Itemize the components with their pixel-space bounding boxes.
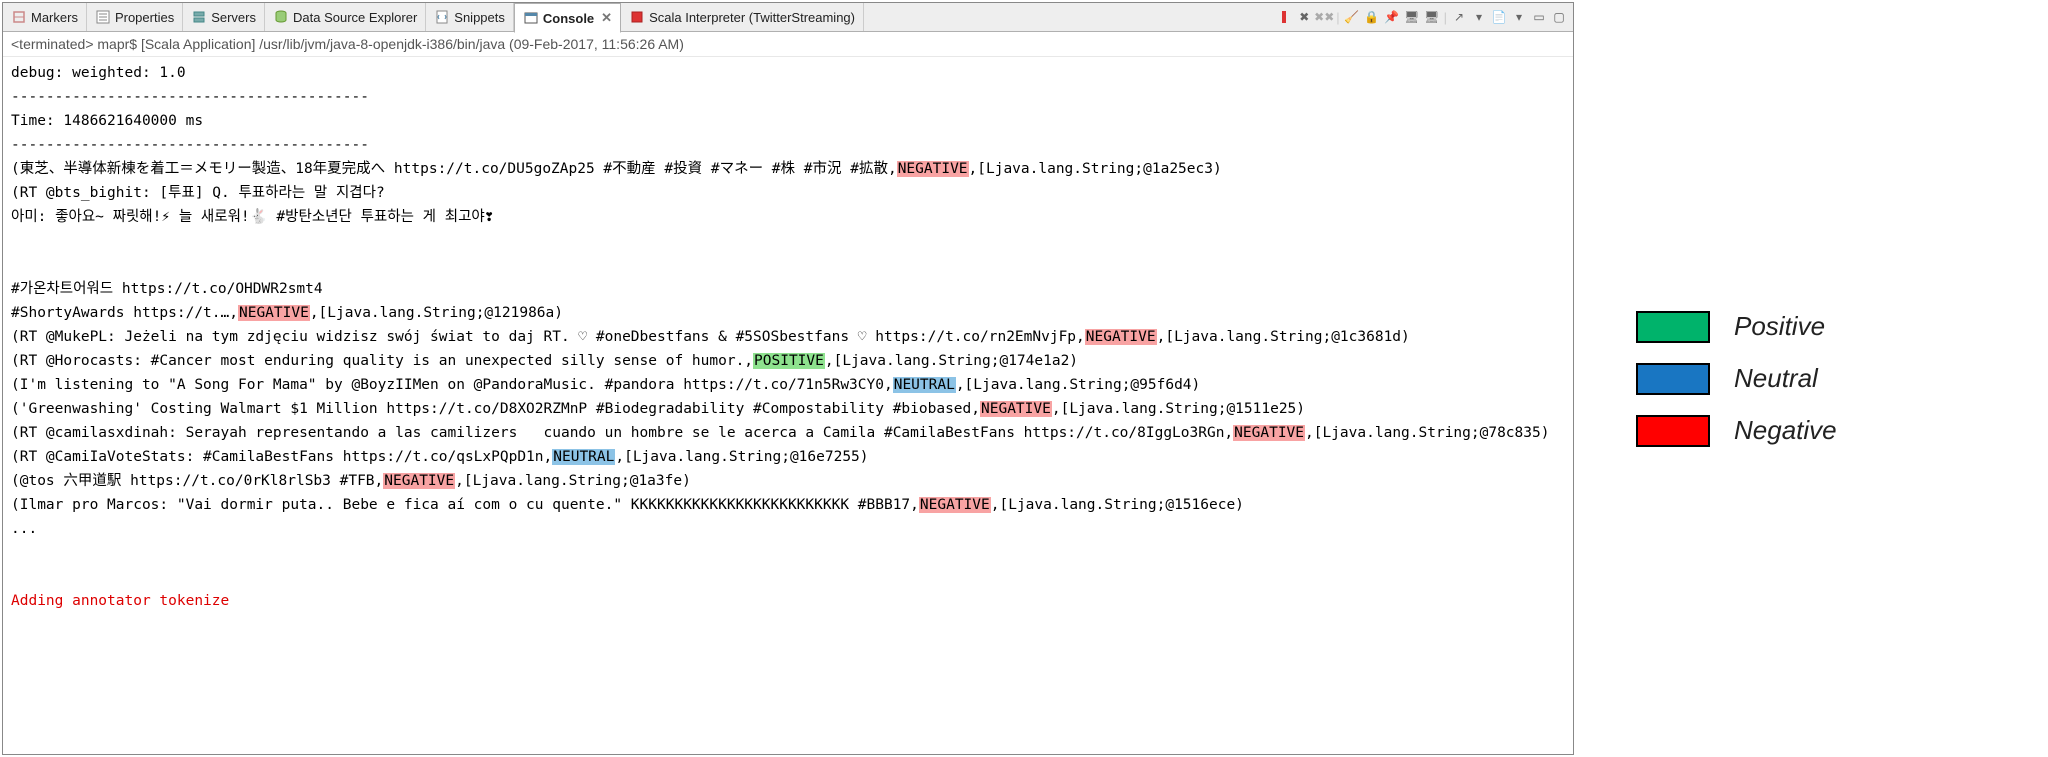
tab-label: Servers xyxy=(211,10,256,25)
tab-label: Data Source Explorer xyxy=(293,10,417,25)
display-button[interactable]: 🖥 xyxy=(1404,9,1420,25)
sentiment-tag: NEGATIVE xyxy=(980,401,1052,417)
console-toolbar: ✖ ✖✖ | 🧹 🔒 📌 🖥 🖥 | ↗ ▾ 📄 ▾ ▭ ▢ xyxy=(1276,9,1573,25)
tab-label: Snippets xyxy=(454,10,505,25)
properties-icon xyxy=(95,9,111,25)
open-console-button[interactable]: ↗ xyxy=(1451,9,1467,25)
terminate-button[interactable] xyxy=(1276,9,1292,25)
tab-data-source-explorer[interactable]: Data Source Explorer xyxy=(265,3,426,31)
sentiment-tag: NEGATIVE xyxy=(383,473,455,489)
run-info: <terminated> mapr$ [Scala Application] /… xyxy=(3,32,1573,57)
tab-scala-interpreter[interactable]: Scala Interpreter (TwitterStreaming) xyxy=(621,3,864,31)
snippets-icon xyxy=(434,9,450,25)
legend-label: Negative xyxy=(1734,415,1837,446)
tab-bar: Markers Properties Servers Data Source E… xyxy=(3,3,1573,32)
sentiment-tag: NEGATIVE xyxy=(919,497,991,513)
minimize-button[interactable]: ▭ xyxy=(1531,9,1547,25)
sentiment-tag: POSITIVE xyxy=(753,353,825,369)
scala-icon xyxy=(629,9,645,25)
legend-negative: Negative xyxy=(1636,415,2048,447)
sentiment-tag: NEGATIVE xyxy=(1233,425,1305,441)
pin-button[interactable]: 📌 xyxy=(1384,9,1400,25)
tab-properties[interactable]: Properties xyxy=(87,3,183,31)
new-console-button[interactable]: 📄 xyxy=(1491,9,1507,25)
annotator-message: Adding annotator tokenize xyxy=(11,593,229,609)
tab-servers[interactable]: Servers xyxy=(183,3,265,31)
sentiment-tag: NEUTRAL xyxy=(893,377,956,393)
console-icon xyxy=(523,10,539,26)
dropdown-button-2[interactable]: ▾ xyxy=(1511,9,1527,25)
servers-icon xyxy=(191,9,207,25)
sentiment-tag: NEGATIVE xyxy=(1085,329,1157,345)
markers-icon xyxy=(11,9,27,25)
tab-snippets[interactable]: Snippets xyxy=(426,3,514,31)
dropdown-button[interactable]: ▾ xyxy=(1471,9,1487,25)
remove-launch-button[interactable]: ✖ xyxy=(1296,9,1312,25)
database-icon xyxy=(273,9,289,25)
legend-label: Positive xyxy=(1734,311,1825,342)
close-icon[interactable]: ✕ xyxy=(601,10,612,26)
tab-console[interactable]: Console ✕ xyxy=(514,3,621,33)
tab-label: Console xyxy=(543,11,594,26)
legend: Positive Neutral Negative xyxy=(1576,0,2048,757)
tab-markers[interactable]: Markers xyxy=(3,3,87,31)
sentiment-tag: NEGATIVE xyxy=(238,305,310,321)
legend-positive: Positive xyxy=(1636,311,2048,343)
legend-neutral: Neutral xyxy=(1636,363,2048,395)
ide-window: Markers Properties Servers Data Source E… xyxy=(2,2,1574,755)
legend-label: Neutral xyxy=(1734,363,1818,394)
sentiment-tag: NEGATIVE xyxy=(897,161,969,177)
tab-label: Scala Interpreter (TwitterStreaming) xyxy=(649,10,855,25)
sentiment-tag: NEUTRAL xyxy=(552,449,615,465)
clear-button[interactable]: 🧹 xyxy=(1344,9,1360,25)
positive-swatch xyxy=(1636,311,1710,343)
maximize-button[interactable]: ▢ xyxy=(1551,9,1567,25)
display-selected-button[interactable]: 🖥 xyxy=(1424,9,1440,25)
remove-all-button[interactable]: ✖✖ xyxy=(1316,9,1332,25)
neutral-swatch xyxy=(1636,363,1710,395)
scroll-lock-button[interactable]: 🔒 xyxy=(1364,9,1380,25)
tab-label: Properties xyxy=(115,10,174,25)
negative-swatch xyxy=(1636,415,1710,447)
console-output[interactable]: debug: weighted: 1.0 -------------------… xyxy=(3,57,1573,754)
tab-label: Markers xyxy=(31,10,78,25)
